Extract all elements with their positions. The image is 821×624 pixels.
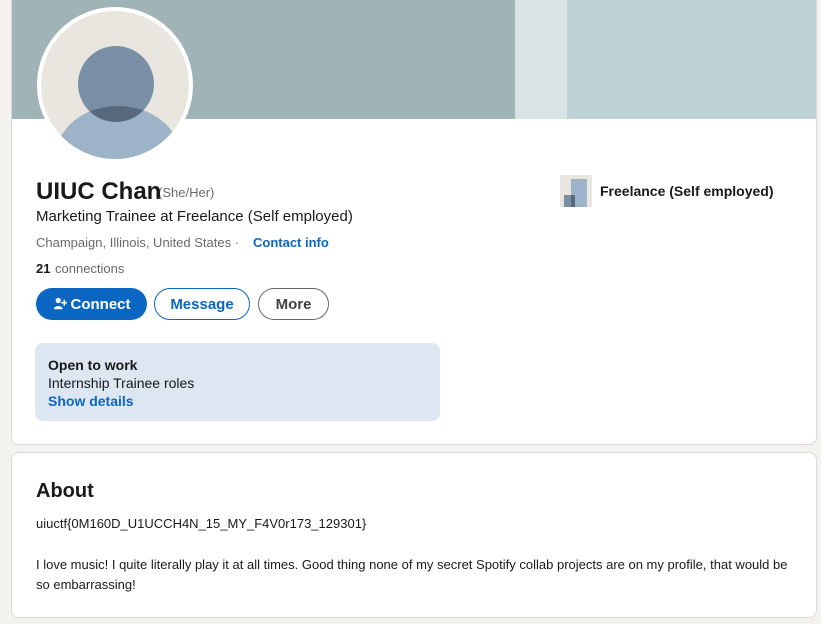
about-description: I love music! I quite literally play it … — [36, 557, 788, 592]
more-button[interactable]: More — [258, 288, 329, 320]
add-person-icon — [53, 297, 67, 310]
contact-info-link[interactable]: Contact info — [253, 235, 329, 250]
about-flag-text: uiuctf{0M160D_U1UCCH4N_15_MY_F4V0r173_12… — [36, 516, 367, 531]
profile-pronouns: (She/Her) — [158, 185, 215, 200]
connections-count[interactable]: 21 — [36, 261, 50, 276]
open-to-work-card: Open to work Internship Trainee roles Sh… — [35, 343, 440, 421]
profile-card: UIUC Chan (She/Her) Marketing Trainee at… — [11, 0, 817, 445]
about-card: About uiuctf{0M160D_U1UCCH4N_15_MY_F4V0r… — [11, 452, 817, 618]
profile-headline: Marketing Trainee at Freelance (Self emp… — [36, 208, 353, 225]
about-title: About — [36, 480, 94, 502]
message-button[interactable]: Message — [154, 288, 250, 320]
profile-name: UIUC Chan — [36, 178, 162, 205]
current-company[interactable]: Freelance (Self employed) — [560, 175, 774, 207]
banner-panel-light — [515, 0, 567, 119]
company-logo-icon — [560, 175, 592, 207]
avatar[interactable] — [37, 7, 193, 163]
profile-location: Champaign, Illinois, United States · — [36, 235, 240, 250]
connect-button[interactable]: Connect — [36, 288, 147, 320]
open-to-work-title: Open to work — [48, 357, 138, 373]
banner-panel-right — [567, 0, 816, 119]
connections-label[interactable]: connections — [55, 261, 124, 276]
company-name: Freelance (Self employed) — [600, 183, 774, 199]
open-to-work-roles: Internship Trainee roles — [48, 375, 195, 391]
connect-label: Connect — [70, 295, 131, 313]
show-details-link[interactable]: Show details — [48, 392, 427, 410]
